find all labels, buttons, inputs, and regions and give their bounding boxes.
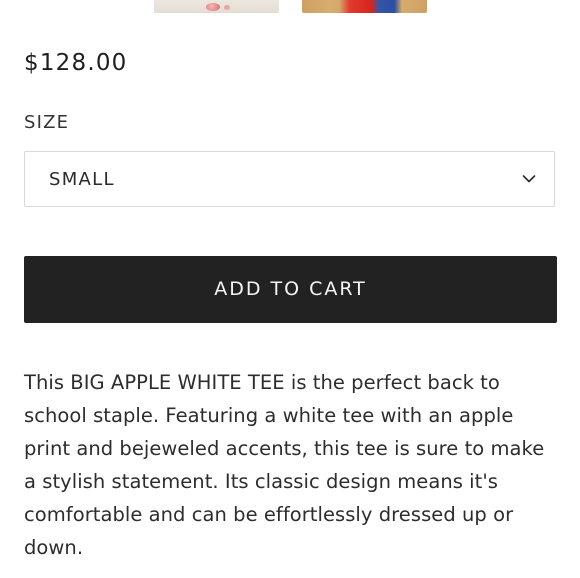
product-thumbnail-1[interactable]: [154, 0, 279, 13]
description-line: comfortable and can be effortlessly dres…: [24, 503, 514, 526]
product-description: This BIG APPLE WHITE TEE is the perfect …: [24, 366, 564, 564]
description-line: This BIG APPLE WHITE TEE is the perfect …: [24, 371, 500, 394]
product-price: $128.00: [24, 50, 128, 76]
size-label: SIZE: [24, 112, 70, 133]
description-line: down.: [24, 536, 84, 559]
thumbnail-detail: [206, 3, 220, 11]
description-line: a stylish statement. Its classic design …: [24, 470, 498, 493]
add-to-cart-button[interactable]: ADD TO CART: [24, 256, 557, 323]
size-select[interactable]: SMALL: [24, 151, 555, 207]
chevron-down-icon: [522, 175, 536, 183]
thumbnail-detail: [224, 5, 230, 10]
product-thumbnail-2[interactable]: [302, 0, 427, 13]
add-to-cart-label: ADD TO CART: [214, 278, 367, 300]
description-line: print and bejeweled accents, this tee is…: [24, 437, 545, 460]
product-thumbnail-strip: [0, 0, 580, 14]
description-line: school staple. Featuring a white tee wit…: [24, 404, 514, 427]
size-select-value: SMALL: [49, 169, 115, 190]
